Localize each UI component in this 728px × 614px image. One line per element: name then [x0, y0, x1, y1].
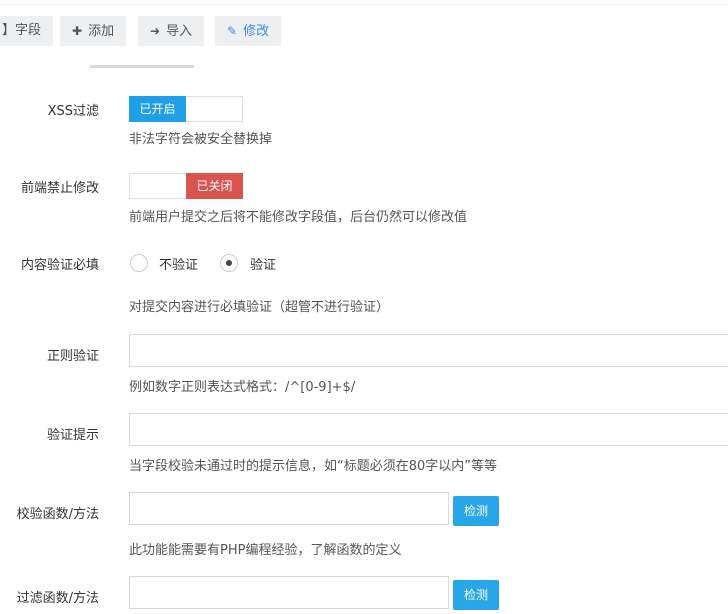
check-func-button[interactable]: 检测 — [453, 496, 499, 526]
xss-label: XSS过滤 — [47, 104, 99, 119]
check-func-help: 此功能能需要有PHP编程经验，了解函数的定义 — [129, 543, 402, 558]
pencil-square-icon: ✎ — [227, 24, 238, 38]
filter-func-label: 过滤函数/方法 — [16, 591, 99, 606]
radio-no-validate[interactable] — [130, 254, 148, 272]
radio-validate[interactable] — [220, 254, 238, 272]
top-border — [0, 0, 728, 5]
tab-fields[interactable]: 】字段 — [0, 16, 54, 46]
frontend-lock-label: 前端禁止修改 — [20, 181, 99, 196]
required-help: 对提交内容进行必填验证（超管不进行验证） — [129, 300, 390, 315]
edit-button-label: 修改 — [243, 24, 270, 39]
xss-switch-state: 已开启 — [129, 96, 186, 122]
frontend-lock-switch-state: 已关闭 — [186, 173, 243, 199]
filter-func-button[interactable]: 检测 — [453, 580, 499, 610]
radio-no-validate-label[interactable]: 不验证 — [159, 254, 198, 273]
check-func-input[interactable] — [129, 492, 449, 525]
tip-help: 当字段校验未通过时的提示信息，如“标题必须在80字以内”等等 — [129, 459, 498, 474]
import-button-label: 导入 — [166, 24, 193, 39]
frontend-lock-help: 前端用户提交之后将不能修改字段值，后台仍然可以修改值 — [129, 210, 468, 225]
regex-help: 例如数字正则表达式格式：/^[0-9]+$/ — [129, 380, 356, 395]
tip-label: 验证提示 — [46, 428, 99, 443]
import-button[interactable]: ➜ 导入 — [138, 16, 205, 46]
check-func-label: 校验函数/方法 — [16, 507, 99, 522]
regex-input[interactable] — [129, 334, 728, 367]
plus-icon: ✚ — [72, 24, 83, 38]
xss-help: 非法字符会被安全替换掉 — [129, 132, 273, 147]
edit-button[interactable]: ✎ 修改 — [215, 16, 282, 46]
radio-validate-label[interactable]: 验证 — [250, 254, 276, 273]
tab-fields-label: 】字段 — [2, 23, 42, 38]
tab-underline — [90, 65, 194, 68]
required-label: 内容验证必填 — [20, 258, 99, 273]
add-button[interactable]: ✚ 添加 — [60, 16, 127, 46]
xss-switch[interactable]: 已开启 — [129, 96, 243, 122]
frontend-lock-switch[interactable]: 已关闭 — [129, 173, 243, 199]
tip-input[interactable] — [129, 413, 728, 446]
filter-func-input[interactable] — [129, 576, 449, 609]
regex-label: 正则验证 — [46, 349, 99, 364]
add-button-label: 添加 — [88, 24, 115, 39]
sign-in-icon: ➜ — [150, 24, 161, 38]
